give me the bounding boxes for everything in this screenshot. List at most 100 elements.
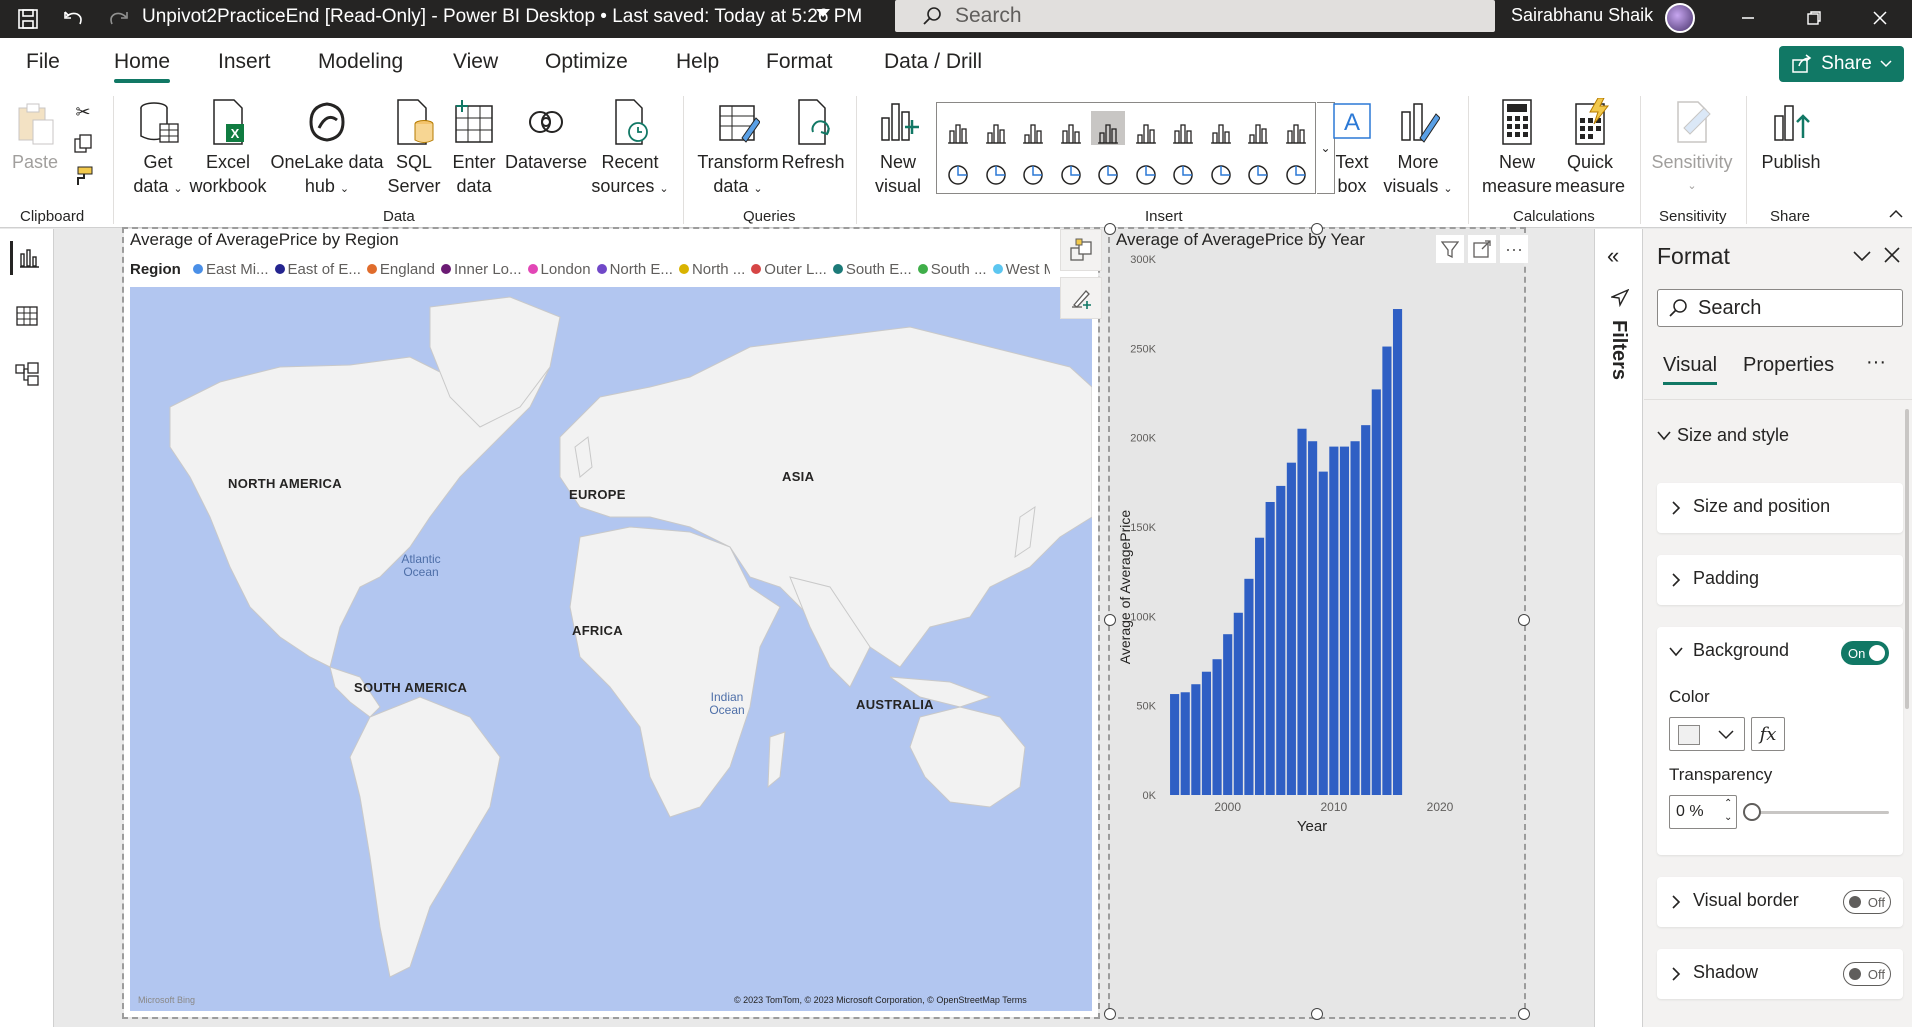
share-button[interactable]: Share [1779,46,1904,82]
resize-handle[interactable] [1104,1008,1116,1020]
redo-icon[interactable] [104,6,132,32]
chevron-down-icon[interactable] [1669,647,1683,657]
pie-chart-icon[interactable] [941,153,975,187]
close-window-icon[interactable] [1862,4,1898,32]
table-view-icon[interactable] [10,299,44,333]
fx-conditional-format-button[interactable]: fx [1751,717,1785,751]
focus-mode-icon[interactable] [1468,235,1496,263]
model-view-icon[interactable] [10,357,44,391]
tab-view[interactable]: View [453,50,498,74]
stacked-column-chart-icon[interactable] [979,111,1013,145]
map-area[interactable]: NORTH AMERICA EUROPE ASIA AFRICA SOUTH A… [130,287,1092,1011]
visual-border-card[interactable]: Visual border Off [1657,877,1903,927]
recent-sources-button[interactable]: Recent sources ⌄ [590,98,670,201]
resize-handle[interactable] [1518,1008,1530,1020]
undo-icon[interactable] [60,6,88,32]
user-name[interactable]: Sairabhanu Shaik [1511,5,1653,26]
bar-2013[interactable] [1361,425,1371,795]
bar-2001[interactable] [1233,612,1243,795]
kpi-icon[interactable] [1279,153,1313,187]
padding-card[interactable]: Padding [1657,555,1903,605]
onelake-data-hub-button[interactable]: OneLake data hub ⌄ [270,98,384,201]
legend-item[interactable]: Inner Lo... [440,261,522,278]
shadow-card[interactable]: Shadow Off [1657,949,1903,999]
text-box-button[interactable]: A Text box [1320,98,1384,198]
bar-2012[interactable] [1350,441,1360,795]
transform-data-button[interactable]: Transform data ⌄ [696,98,780,201]
sensitivity-button[interactable]: Sensitivity ⌄ [1648,98,1736,198]
paste-button[interactable]: Paste [10,98,60,174]
color-picker[interactable] [1669,717,1745,751]
clustered-column-chart-icon[interactable] [1054,111,1088,145]
visual-border-toggle[interactable]: Off [1843,890,1891,914]
multi-row-card-icon[interactable] [1166,153,1200,187]
close-pane-icon[interactable] [1883,246,1901,269]
filters-label[interactable]: Filters [1607,320,1630,380]
visual-options-icon[interactable] [1060,229,1102,271]
expand-filters-icon[interactable]: « [1607,243,1619,269]
filter-icon[interactable] [1436,235,1464,263]
card-icon[interactable] [1129,153,1163,187]
refresh-button[interactable]: Refresh [780,98,846,174]
stepper-down-icon[interactable]: ⌄ [1724,812,1732,823]
copy-icon[interactable] [69,130,97,158]
line-stacked-column-icon[interactable] [1166,111,1200,145]
transparency-slider-track[interactable] [1749,811,1889,814]
sql-server-button[interactable]: SQL Server [386,98,442,198]
bar-1997[interactable] [1191,684,1201,795]
excel-workbook-button[interactable]: X Excel workbook [186,98,270,198]
minimize-icon[interactable] [1730,4,1766,32]
tab-help[interactable]: Help [676,50,719,74]
tab-modeling[interactable]: Modeling [318,50,403,74]
legend-item[interactable]: North ... [678,261,745,278]
legend-item[interactable]: England [366,261,435,278]
stacked-bar-chart-icon[interactable] [941,111,975,145]
area-chart-icon[interactable] [1091,111,1125,145]
tab-data-drill[interactable]: Data / Drill [884,50,982,74]
bar-2007[interactable] [1297,428,1307,795]
format-painter-icon[interactable] [69,162,97,190]
donut-chart-icon[interactable] [979,153,1013,187]
bar-1998[interactable] [1201,671,1212,795]
legend-item[interactable]: London [527,261,591,278]
bar-2008[interactable] [1308,441,1318,795]
format-brush-icon[interactable] [1060,277,1102,319]
slicer-icon[interactable] [1279,111,1313,145]
legend-item[interactable]: East of E... [274,261,361,278]
new-measure-button[interactable]: New measure [1480,98,1554,198]
cut-icon[interactable]: ✂ [69,98,97,126]
get-data-button[interactable]: Get data ⌄ [125,98,191,201]
table-visual-icon[interactable] [1204,153,1238,187]
bar-2011[interactable] [1339,446,1350,795]
bar-2009[interactable] [1318,471,1328,795]
legend-item[interactable]: Outer L... [751,261,827,278]
map-visual[interactable]: Average of AveragePrice by Region Region… [122,227,1102,1019]
format-pane-scrollbar[interactable] [1905,409,1909,709]
tab-properties[interactable]: Properties [1743,354,1834,377]
size-position-card[interactable]: Size and position [1657,483,1903,533]
tab-insert[interactable]: Insert [218,50,271,74]
resize-handle[interactable] [1104,223,1116,235]
title-dropdown-icon[interactable] [816,9,830,17]
save-icon[interactable] [14,6,42,32]
tab-optimize[interactable]: Optimize [545,50,628,74]
transparency-stepper[interactable]: 0 % ⌃ ⌄ [1669,795,1737,829]
bar-2003[interactable] [1254,537,1265,795]
legend-item[interactable]: North E... [596,261,673,278]
bar-2004[interactable] [1265,501,1275,795]
resize-handle[interactable] [1311,1008,1323,1020]
format-search-input[interactable]: Search [1657,289,1903,327]
bar-1995[interactable] [1170,694,1180,795]
size-and-style-section[interactable]: Size and style [1657,425,1789,446]
title-search-box[interactable]: Search [895,0,1495,32]
more-options-icon[interactable]: ··· [1866,351,1886,374]
collapse-ribbon-icon[interactable] [1882,200,1910,228]
chevron-down-icon[interactable] [1853,249,1871,267]
legend-item[interactable]: South ... [917,261,987,278]
bar-2000[interactable] [1223,634,1233,795]
background-toggle[interactable]: On [1841,641,1889,665]
stepper-up-icon[interactable]: ⌃ [1724,798,1732,809]
quick-measure-button[interactable]: Quick measure [1552,98,1628,198]
restore-icon[interactable] [1796,4,1832,32]
transparency-slider-thumb[interactable] [1743,803,1761,821]
